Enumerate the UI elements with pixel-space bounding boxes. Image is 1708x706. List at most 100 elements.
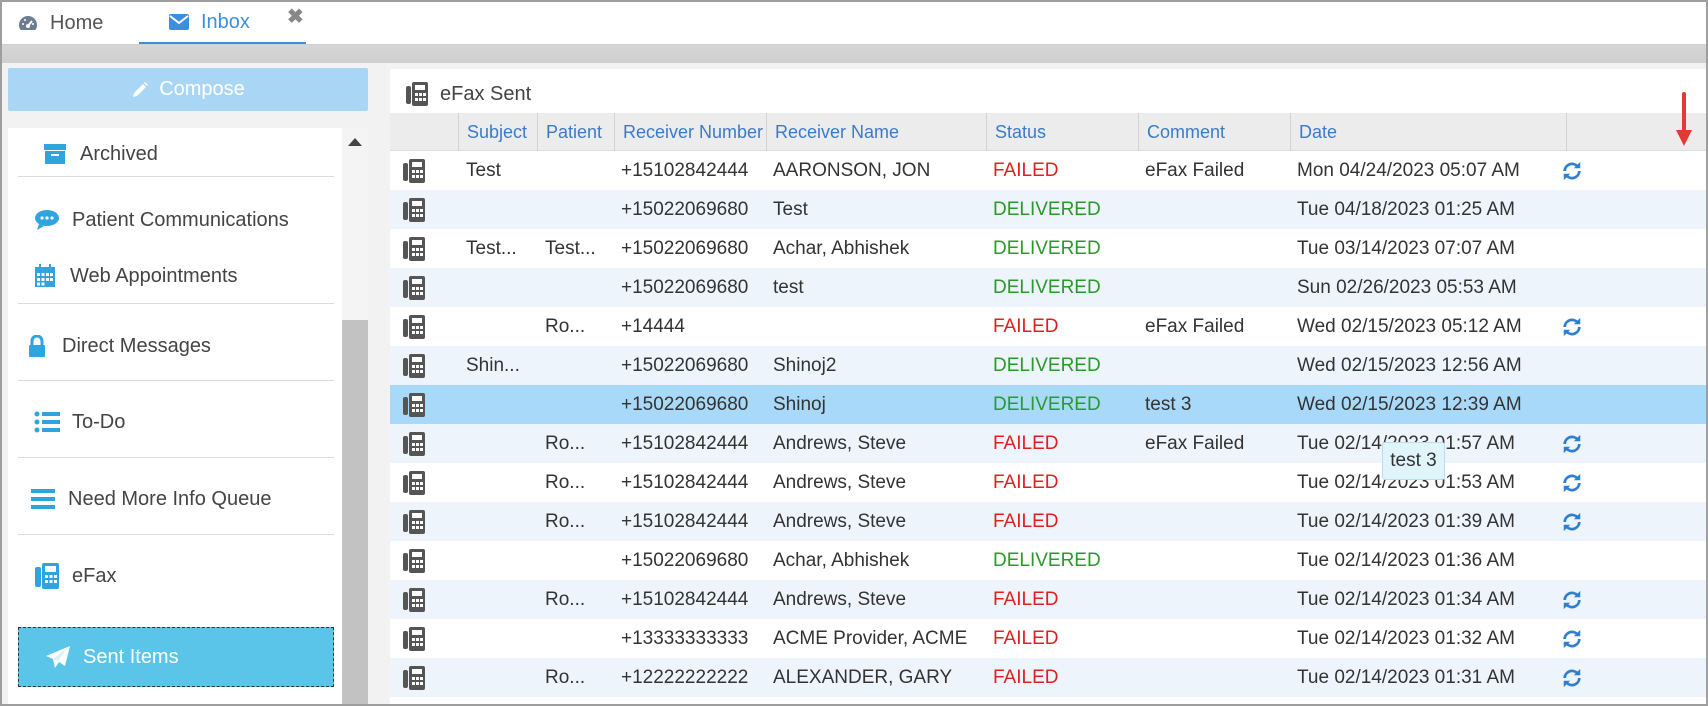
- cell-receiver-name: Andrews, Steve: [773, 432, 907, 454]
- sidebar-item-direct-messages[interactable]: Direct Messages: [18, 326, 334, 366]
- tab-inbox[interactable]: Inbox: [139, 2, 306, 44]
- tab-home-label: Home: [50, 11, 104, 34]
- grid-header: Subject Patient Receiver Number Receiver…: [390, 113, 1706, 151]
- cell-receiver-number: +15102842444: [621, 588, 749, 610]
- cell-receiver-name: test: [773, 276, 804, 298]
- sidebar-item-need-more-info-queue[interactable]: Need More Info Queue: [18, 479, 334, 519]
- table-row[interactable]: +15022069680 Shinoj DELIVERED test 3 Wed 02/…: [390, 385, 1706, 424]
- sidebar-item-sent-items[interactable]: Sent Items: [18, 627, 334, 687]
- cell-receiver-name: ALEXANDER, GARY: [773, 666, 953, 688]
- cell-receiver-name: AARONSON, JON: [773, 159, 931, 181]
- table-row[interactable]: +15022069680 test DELIVERED Sun 02/26/2023 …: [390, 268, 1706, 307]
- fax-icon: [402, 463, 442, 502]
- table-row[interactable]: +15022069680 Test DELIVERED Tue 04/18/2023 …: [390, 190, 1706, 229]
- cell-receiver-name: ACME Provider, ACME: [773, 627, 968, 649]
- table-row[interactable]: +13333333333 ACME Provider, ACME FAILED Tue…: [390, 619, 1706, 658]
- list-icon: [32, 411, 62, 433]
- cell-date: Tue 04/18/2023 01:25 AM: [1297, 198, 1515, 220]
- resend-refresh-icon[interactable]: [1561, 151, 1583, 190]
- cell-status: FAILED: [993, 432, 1059, 454]
- table-row[interactable]: Ro... +12222222222 ALEXANDER, GARY FAILED Tu…: [390, 658, 1706, 697]
- table-row[interactable]: Test +15102842444 AARONSON, JON FAILED eFax …: [390, 151, 1706, 190]
- fax-icon: [402, 619, 442, 658]
- cell-comment: [1145, 502, 1290, 541]
- cell-date: Wed 02/15/2023 05:12 AM: [1297, 315, 1522, 337]
- cell-date: Mon 04/24/2023 05:07 AM: [1297, 159, 1520, 181]
- fax-icon: [402, 658, 442, 697]
- cell-status: DELIVERED: [993, 198, 1101, 220]
- cell-receiver-number: +15102842444: [621, 159, 749, 181]
- table-row[interactable]: +15022069680 Achar, Abhishek DELIVERED Tue …: [390, 541, 1706, 580]
- table-row[interactable]: Test... Test... +15022069680 Achar, Abhishe…: [390, 229, 1706, 268]
- cell-patient: [545, 385, 613, 424]
- cell-status: FAILED: [993, 315, 1059, 337]
- fax-icon: [402, 151, 442, 190]
- sidebar-item-web-appointments[interactable]: Web Appointments: [18, 256, 334, 296]
- cell-receiver-name: [773, 307, 983, 346]
- dashboard-icon: [18, 14, 38, 32]
- resend-refresh-icon[interactable]: [1561, 619, 1583, 658]
- fax-icon: [402, 580, 442, 619]
- column-header-status[interactable]: Status: [986, 113, 1138, 151]
- scrollbar-thumb[interactable]: [342, 320, 368, 704]
- app-window: Home Inbox ✖ Compose Archived Patient Co…: [0, 0, 1708, 706]
- column-header-receiver-name[interactable]: Receiver Name: [766, 113, 986, 151]
- cell-patient: [545, 151, 613, 190]
- sidebar-item-label: To-Do: [72, 410, 126, 433]
- table-row[interactable]: Shin... +15022069680 Shinoj2 DELIVERED Wed 0…: [390, 346, 1706, 385]
- archive-icon: [40, 143, 70, 165]
- cell-subject: [466, 502, 536, 541]
- fax-icon: [402, 190, 442, 229]
- cell-comment: [1145, 619, 1290, 658]
- envelope-icon: [169, 14, 189, 30]
- table-row[interactable]: Ro... +15102842444 Andrews, Steve FAILED Tue…: [390, 502, 1706, 541]
- sidebar-item-to-do[interactable]: To-Do: [18, 402, 334, 442]
- cell-status: FAILED: [993, 666, 1059, 688]
- cell-subject: [466, 580, 536, 619]
- cell-comment: eFax Failed: [1145, 315, 1245, 337]
- resend-refresh-icon[interactable]: [1561, 424, 1583, 463]
- cell-subject: [466, 268, 536, 307]
- sidebar-item-archived[interactable]: Archived: [18, 134, 334, 174]
- cell-comment: [1145, 658, 1290, 697]
- table-row[interactable]: Ro... +14444 FAILED eFax Failed Wed 02/15/20…: [390, 307, 1706, 346]
- cell-subject: [466, 307, 536, 346]
- menu-icon: [28, 489, 58, 509]
- resend-refresh-icon[interactable]: [1561, 502, 1583, 541]
- column-header-patient[interactable]: Patient: [537, 113, 614, 151]
- column-header-receiver-number[interactable]: Receiver Number: [614, 113, 766, 151]
- column-header-date[interactable]: Date: [1290, 113, 1566, 151]
- cell-status: FAILED: [993, 510, 1059, 532]
- red-arrow-annotation-icon: [1676, 92, 1692, 146]
- cell-receiver-name: Andrews, Steve: [773, 471, 907, 493]
- cell-patient: Ro...: [545, 471, 586, 493]
- table-row[interactable]: Ro... +15102842444 Andrews, Steve FAILED Tue…: [390, 580, 1706, 619]
- close-tab-icon[interactable]: ✖: [287, 4, 304, 29]
- table-row[interactable]: Ro... +15102842444 Andrews, Steve FAILED Tue…: [390, 463, 1706, 502]
- compose-label: Compose: [159, 78, 245, 100]
- cell-receiver-number: +15022069680: [621, 237, 749, 259]
- table-row[interactable]: Ro... +15102842444 Andrews, Steve FAILED eFa…: [390, 424, 1706, 463]
- cell-receiver-number: +13333333333: [621, 627, 749, 649]
- resend-refresh-icon[interactable]: [1561, 307, 1583, 346]
- compose-button[interactable]: Compose: [8, 68, 368, 111]
- fax-icon: [32, 563, 62, 589]
- divider: [18, 457, 334, 458]
- scroll-up-arrow-icon[interactable]: [348, 138, 362, 146]
- resend-refresh-icon[interactable]: [1561, 658, 1583, 697]
- sidebar-item-efax[interactable]: eFax: [18, 556, 334, 596]
- resend-refresh-icon[interactable]: [1561, 580, 1583, 619]
- fax-icon: [406, 82, 428, 106]
- divider: [18, 176, 334, 177]
- fax-icon: [402, 268, 442, 307]
- cell-patient: [545, 346, 613, 385]
- column-header-comment[interactable]: Comment: [1138, 113, 1290, 151]
- tab-home[interactable]: Home: [18, 2, 103, 44]
- sidebar-item-patient-communications[interactable]: Patient Communications: [18, 200, 334, 240]
- column-header-subject[interactable]: Subject: [458, 113, 537, 151]
- fax-icon: [402, 424, 442, 463]
- cell-comment: [1145, 541, 1290, 580]
- folder-list: Archived Patient Communications Web Appo…: [8, 128, 368, 704]
- resend-refresh-icon[interactable]: [1561, 463, 1583, 502]
- cell-date: Tue 02/14/2023 01:34 AM: [1297, 588, 1515, 610]
